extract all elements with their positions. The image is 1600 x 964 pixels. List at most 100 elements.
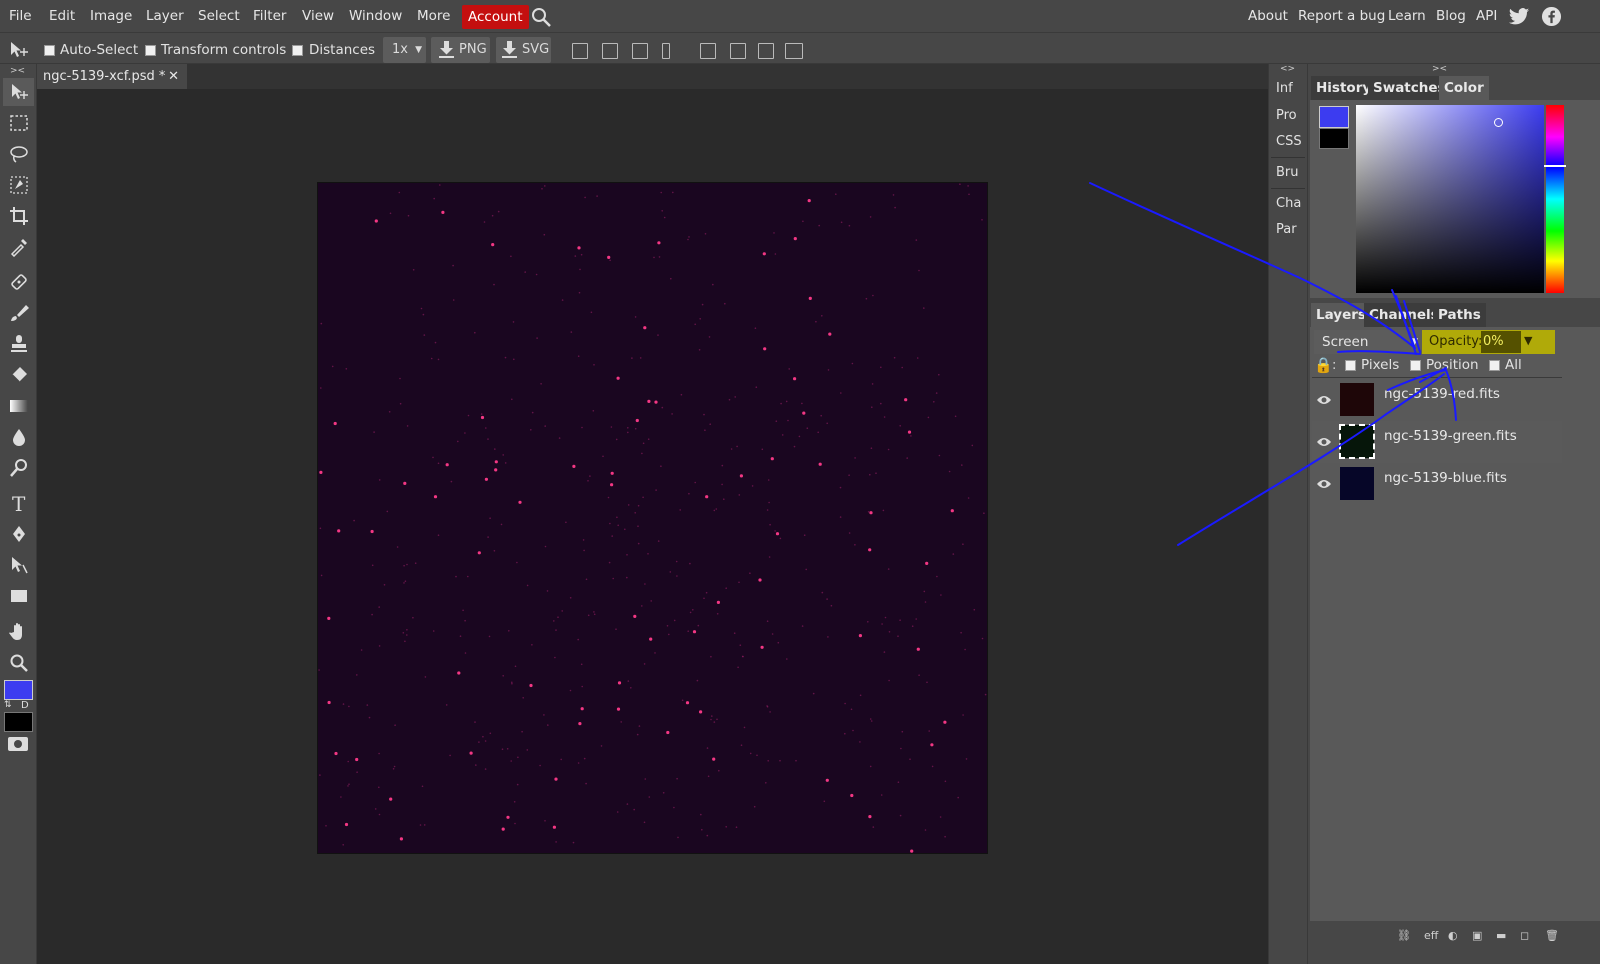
foreground-color-swatch[interactable] <box>4 680 33 700</box>
lock-pixels-checkbox[interactable] <box>1345 360 1356 371</box>
facebook-icon[interactable] <box>1541 6 1562 28</box>
marquee-tool[interactable] <box>3 109 34 137</box>
background-color-swatch[interactable] <box>4 712 33 732</box>
menu-window[interactable]: Window <box>349 0 402 33</box>
tab-layers[interactable]: Layers <box>1311 303 1371 327</box>
panel-paragraph[interactable]: Par <box>1276 222 1297 237</box>
brush-tool[interactable] <box>3 299 34 327</box>
transform-controls-checkbox[interactable] <box>145 45 156 56</box>
align-center-h-icon[interactable] <box>602 43 618 59</box>
panel-brush[interactable]: Bru <box>1276 165 1299 180</box>
collapse-toolbar-icon[interactable]: >< <box>10 66 25 76</box>
menu-edit[interactable]: Edit <box>49 0 75 33</box>
path-select-tool[interactable] <box>3 551 34 579</box>
menu-select[interactable]: Select <box>198 0 240 33</box>
auto-select-checkbox[interactable] <box>44 45 55 56</box>
menu-api[interactable]: API <box>1476 0 1497 33</box>
gradient-tool[interactable] <box>3 392 34 420</box>
menu-learn[interactable]: Learn <box>1388 0 1426 33</box>
visibility-eye-icon[interactable] <box>1316 436 1332 448</box>
layer-effects-button[interactable]: eff <box>1424 929 1438 942</box>
tab-paths[interactable]: Paths <box>1433 303 1486 327</box>
default-colors-button[interactable]: D <box>21 700 29 711</box>
star <box>464 432 466 434</box>
opacity-slider-toggle[interactable]: ▼ <box>1524 334 1532 347</box>
move-tool-icon[interactable] <box>8 40 30 64</box>
blur-tool[interactable] <box>3 423 34 451</box>
pen-tool[interactable] <box>3 520 34 548</box>
link-layers-icon[interactable]: ⛓ <box>1397 929 1411 942</box>
star <box>536 337 538 339</box>
align-middle-v-icon[interactable] <box>730 43 746 59</box>
new-layer-icon[interactable]: ◻ <box>1520 929 1529 942</box>
color-picker-field[interactable] <box>1356 105 1544 293</box>
magic-wand-tool[interactable] <box>3 171 34 199</box>
adjustment-layer-icon[interactable]: ◐ <box>1448 929 1458 942</box>
zoom-tool[interactable] <box>3 649 34 677</box>
export-svg-button[interactable]: SVG <box>496 37 551 63</box>
eyedropper-tool[interactable] <box>3 233 34 261</box>
text-tool[interactable]: T <box>3 489 34 517</box>
align-top-icon[interactable] <box>700 43 716 59</box>
document-image[interactable] <box>318 183 987 853</box>
panel-css[interactable]: CSS <box>1276 134 1302 149</box>
healing-brush-tool[interactable] <box>3 268 34 296</box>
menu-about[interactable]: About <box>1248 0 1288 33</box>
document-tab[interactable]: ngc-5139-xcf.psd * ✕ <box>37 64 187 89</box>
panel-info[interactable]: Inf <box>1276 81 1293 96</box>
visibility-eye-icon[interactable] <box>1316 394 1332 406</box>
close-icon[interactable]: ✕ <box>168 64 179 89</box>
new-group-icon[interactable]: ▬ <box>1496 929 1506 942</box>
crop-tool[interactable] <box>3 202 34 230</box>
delete-layer-icon[interactable]: 🗑 <box>1545 929 1559 942</box>
menu-view[interactable]: View <box>302 0 334 33</box>
star <box>787 419 789 422</box>
panel-character[interactable]: Cha <box>1276 196 1301 211</box>
menu-blog[interactable]: Blog <box>1436 0 1466 33</box>
menu-more[interactable]: More <box>417 0 450 33</box>
tab-color[interactable]: Color <box>1439 76 1489 100</box>
lock-all-checkbox[interactable] <box>1489 360 1500 371</box>
layer-mask-icon[interactable]: ▣ <box>1472 929 1482 942</box>
search-icon[interactable] <box>530 6 552 27</box>
align-right-icon[interactable] <box>632 43 648 59</box>
panel-properties[interactable]: Pro <box>1276 108 1297 123</box>
panel-foreground-swatch[interactable] <box>1319 106 1349 128</box>
panel-background-swatch[interactable] <box>1319 128 1349 149</box>
align-bottom-icon[interactable] <box>758 43 774 59</box>
star <box>531 411 534 414</box>
lasso-tool[interactable] <box>3 140 34 168</box>
clone-stamp-tool[interactable] <box>3 330 34 358</box>
swap-colors-icon[interactable]: ⇅ <box>4 700 12 710</box>
twitter-icon[interactable] <box>1508 7 1530 27</box>
account-button[interactable]: Account <box>462 5 529 29</box>
distribute-v-icon[interactable] <box>785 43 803 59</box>
opacity-input[interactable]: 0% <box>1481 331 1521 353</box>
menu-report-bug[interactable]: Report a bug <box>1298 0 1385 33</box>
color-picker-cursor[interactable] <box>1494 118 1503 127</box>
tab-channels[interactable]: Channels <box>1364 303 1444 327</box>
distribute-h-icon[interactable] <box>662 43 670 59</box>
align-left-icon[interactable] <box>572 43 588 59</box>
shape-tool[interactable] <box>3 582 34 610</box>
move-tool[interactable] <box>3 78 34 106</box>
zoom-select[interactable]: 1x ▼ <box>383 37 426 63</box>
lock-position-checkbox[interactable] <box>1410 360 1421 371</box>
menu-layer[interactable]: Layer <box>146 0 184 33</box>
export-png-button[interactable]: PNG <box>431 37 490 63</box>
hand-tool[interactable] <box>3 618 34 646</box>
expand-panels-icon[interactable]: <> <box>1280 64 1295 74</box>
menu-image[interactable]: Image <box>90 0 132 33</box>
quick-mask-icon[interactable] <box>8 737 28 751</box>
hue-slider[interactable] <box>1546 105 1564 293</box>
menu-filter[interactable]: Filter <box>253 0 286 33</box>
menu-file[interactable]: File <box>9 0 32 33</box>
tab-history[interactable]: History <box>1311 76 1377 100</box>
distances-checkbox[interactable] <box>292 45 303 56</box>
collapse-right-panel-icon[interactable]: >< <box>1432 64 1447 74</box>
visibility-eye-icon[interactable] <box>1316 478 1332 490</box>
eraser-tool[interactable] <box>3 361 34 389</box>
dodge-tool[interactable] <box>3 454 34 482</box>
hue-slider-handle[interactable] <box>1544 165 1566 167</box>
blend-mode-select[interactable]: Screen ▼ <box>1314 330 1422 354</box>
